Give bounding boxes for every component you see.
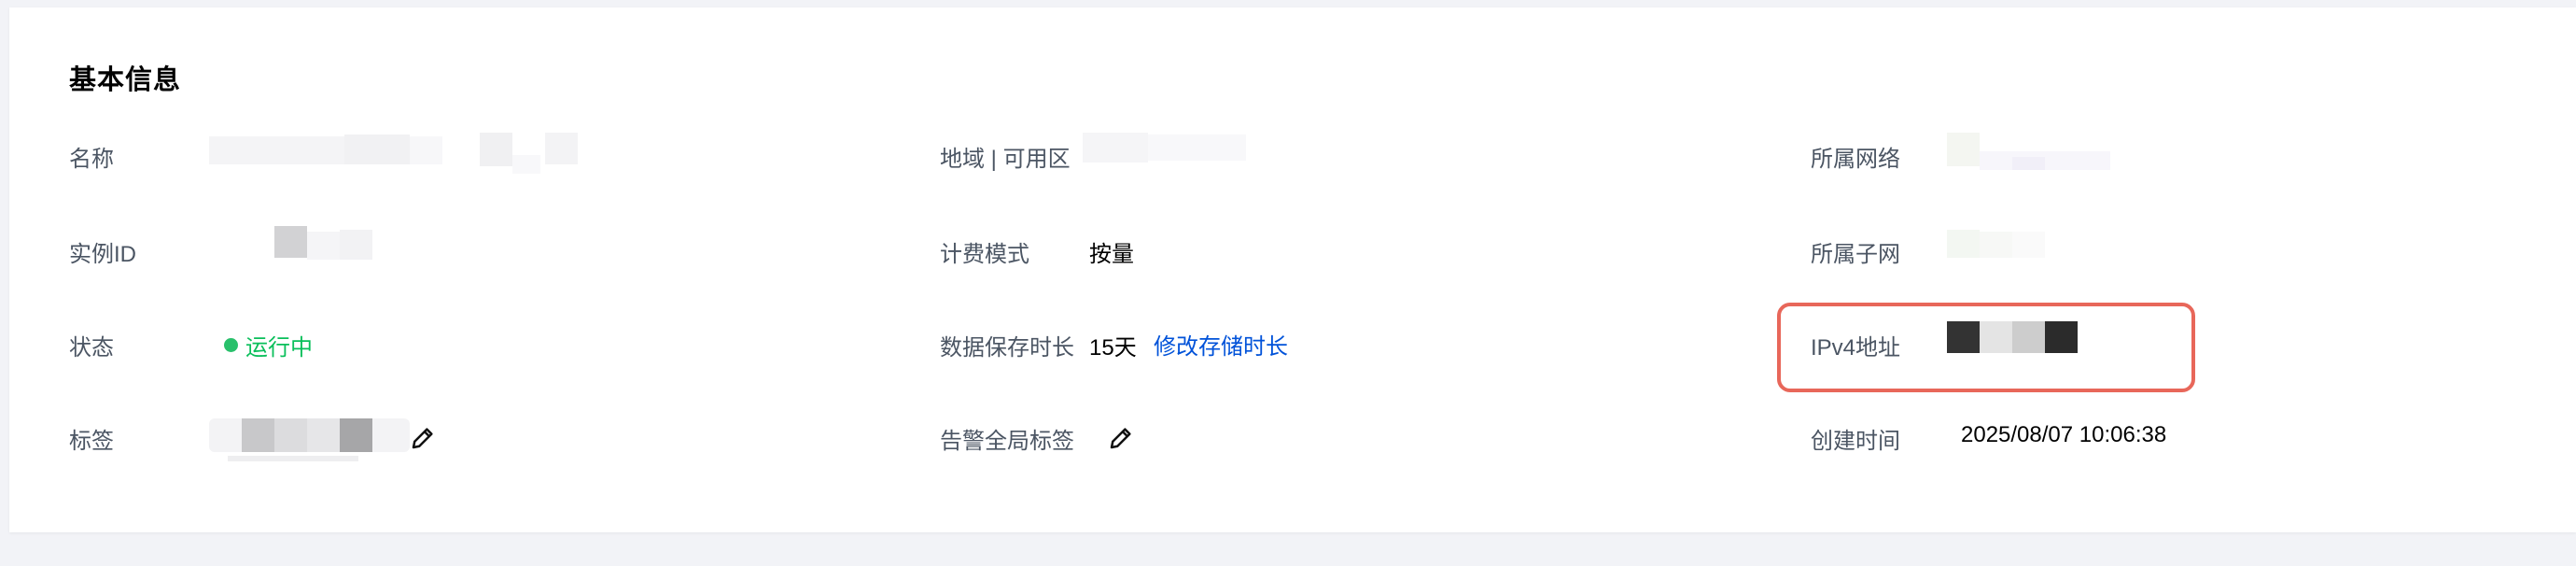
region-value-redacted: [1083, 129, 1251, 166]
subnet-label: 所属子网: [1811, 242, 1900, 267]
section-title: 基本信息: [69, 65, 182, 95]
name-value-redacted: [209, 127, 578, 174]
network-label: 所属网络: [1811, 147, 1900, 172]
tags-value-redacted: [209, 418, 414, 465]
subnet-value-redacted: [1947, 226, 2059, 263]
status-text: 运行中: [245, 335, 313, 361]
status-badge: 运行中: [224, 329, 313, 361]
tags-label: 标签: [69, 429, 114, 454]
ipv4-highlight-annotation: [1777, 303, 2195, 392]
billing-label: 计费模式: [940, 242, 1029, 267]
basic-info-card: 基本信息 名称 实例ID 状态 运行中 标签 地域 | 可用区 计费模式 按量 …: [9, 7, 2576, 532]
modify-retention-link[interactable]: 修改存储时长: [1154, 328, 1288, 361]
alert-tags-label: 告警全局标签: [940, 429, 1074, 454]
tags-pencil-icon[interactable]: [409, 424, 437, 452]
created-label: 创建时间: [1811, 429, 1900, 454]
retention-value: 15天: [1089, 335, 1137, 361]
instance-id-value-redacted: [274, 226, 386, 263]
instance-id-label: 实例ID: [69, 242, 136, 267]
billing-value: 按量: [1089, 242, 1134, 267]
retention-label: 数据保存时长: [940, 335, 1074, 361]
alert-tags-pencil-icon[interactable]: [1107, 424, 1135, 452]
status-label: 状态: [69, 335, 114, 361]
status-dot-icon: [224, 338, 238, 352]
created-value: 2025/08/07 10:06:38: [1961, 422, 2167, 447]
region-label: 地域 | 可用区: [940, 147, 1071, 172]
name-label: 名称: [69, 147, 114, 172]
network-value-redacted: [1947, 129, 2115, 181]
